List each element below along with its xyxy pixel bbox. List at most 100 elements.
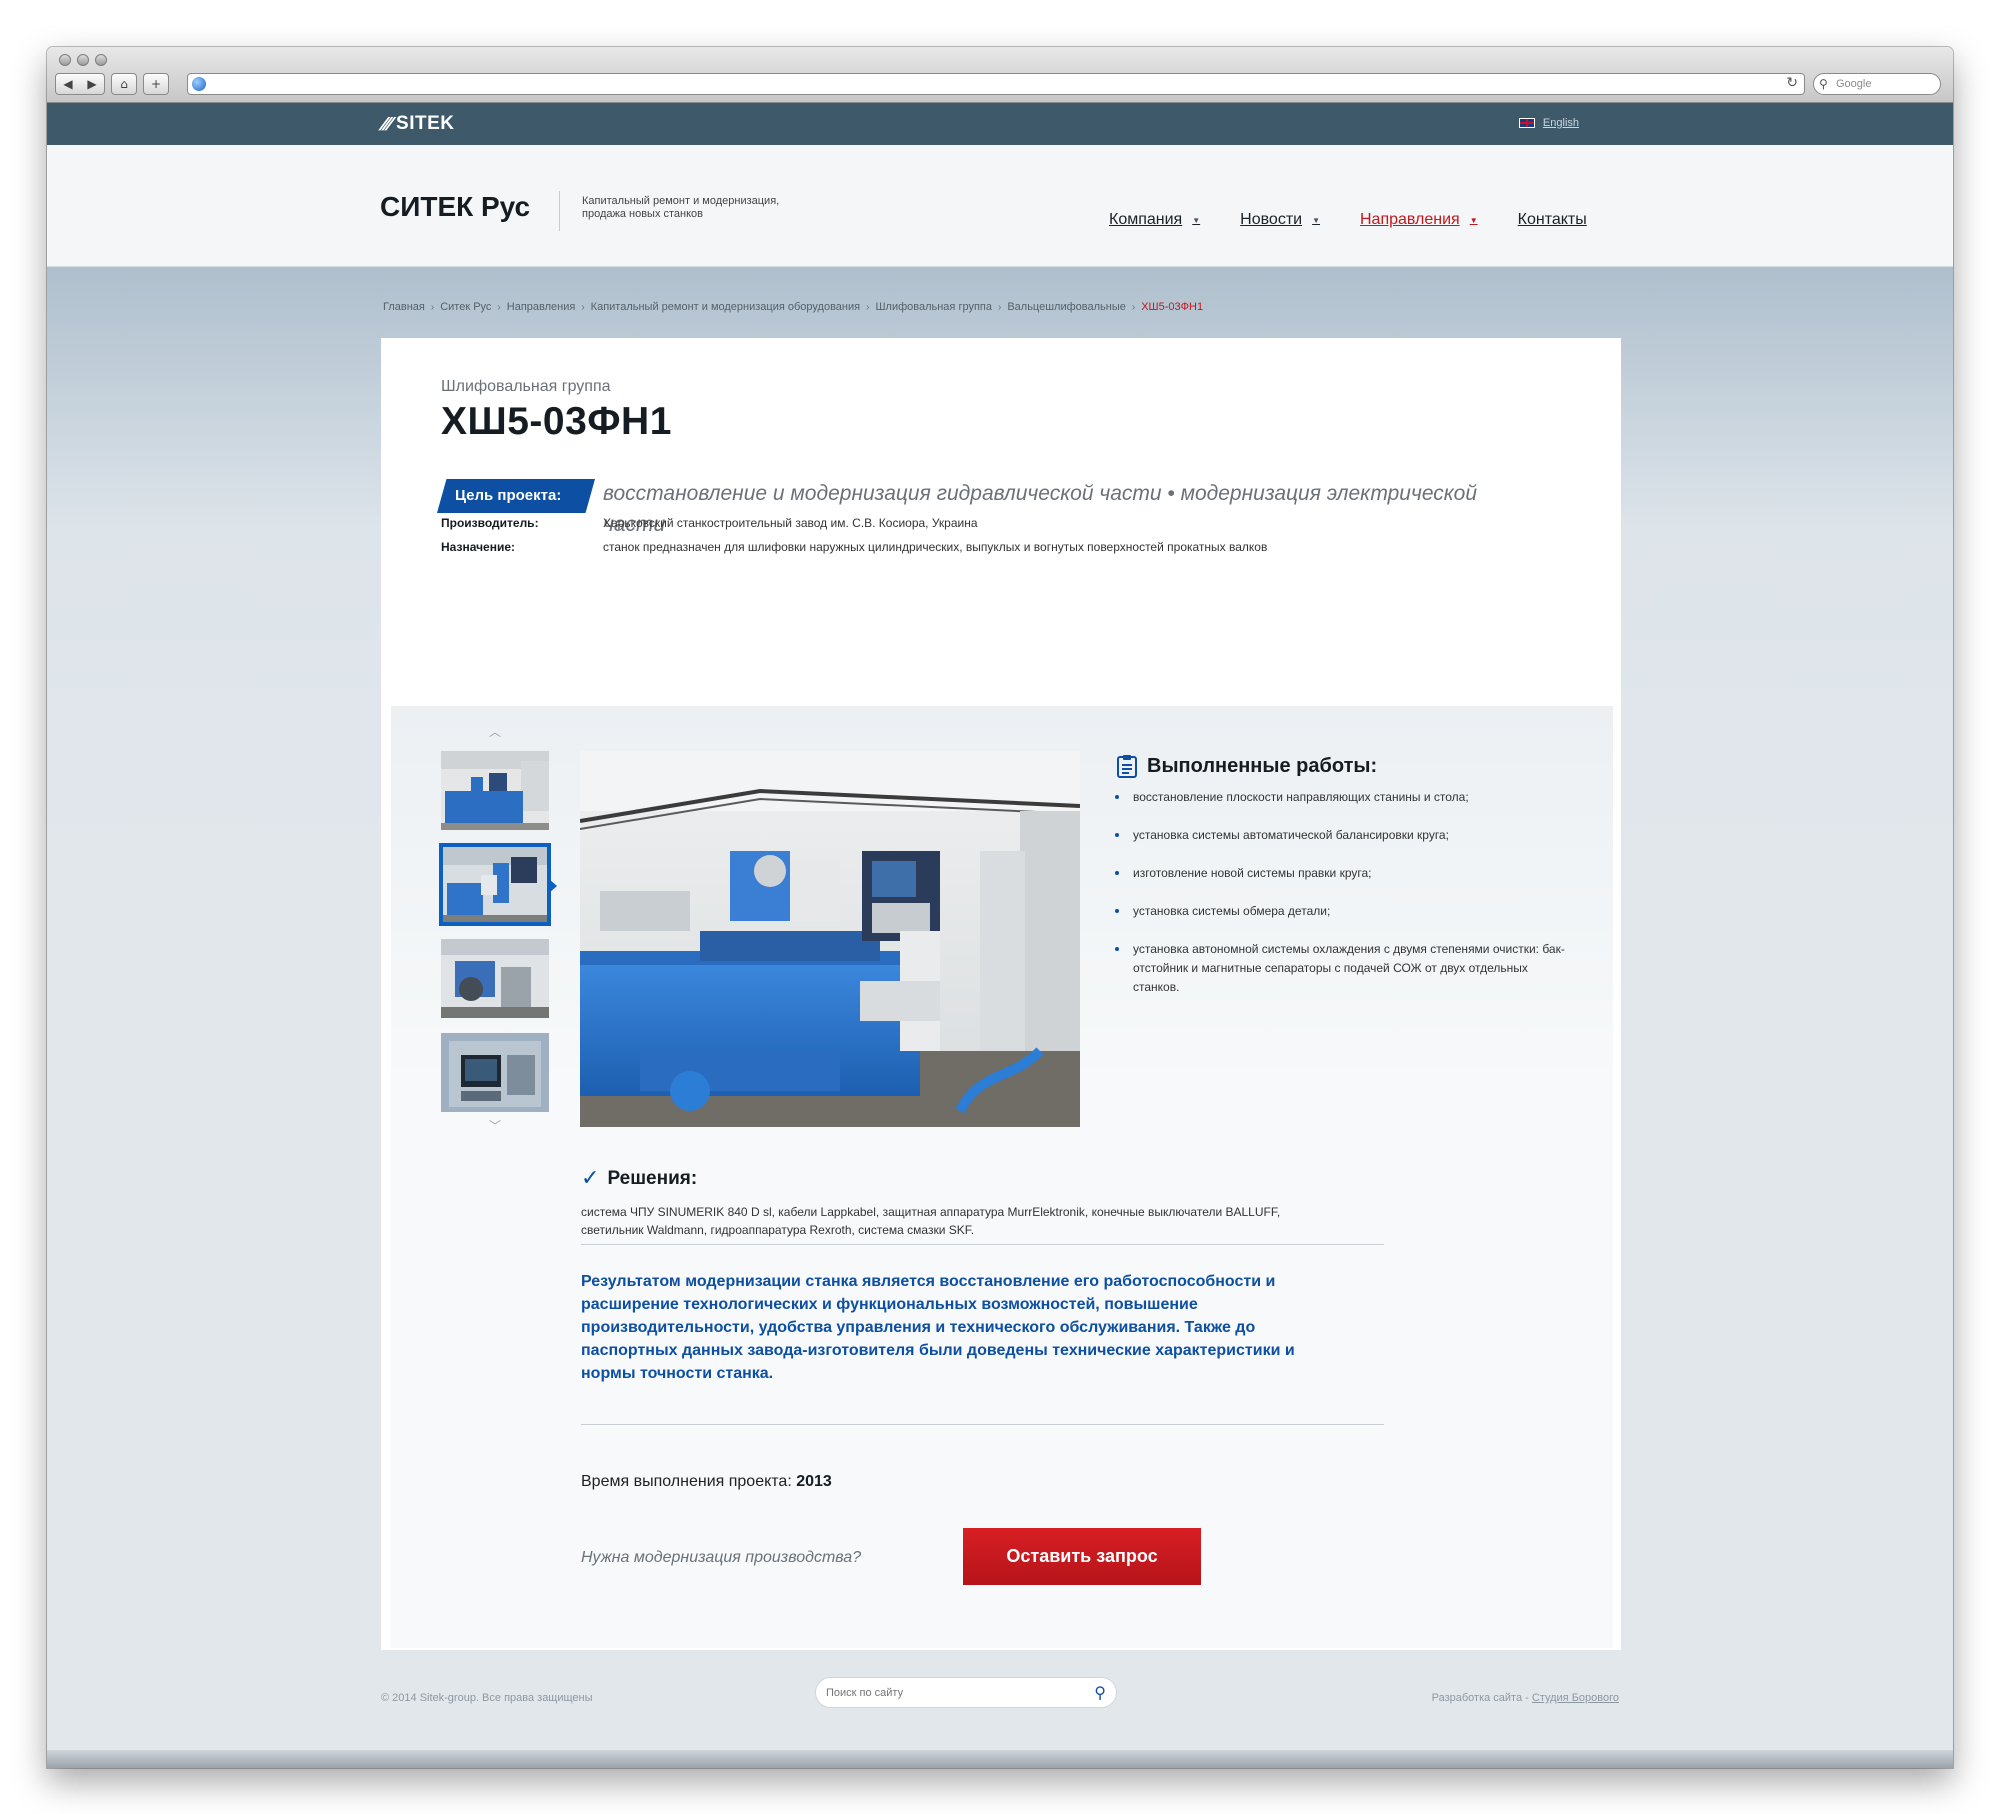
site-topbar: /// SITEK English (47, 103, 1953, 145)
gallery-down-arrow-icon[interactable]: ﹀ (467, 1120, 523, 1132)
grinding-machine-photo (580, 751, 1080, 1127)
breadcrumb: Главная › Ситек Рус › Направления › Капитал… (383, 301, 1203, 313)
breadcrumb-item[interactable]: Капитальный ремонт и модернизация оборуд… (591, 301, 860, 313)
breadcrumb-current: ХШ5-03ФН1 (1141, 301, 1204, 313)
nav-directions[interactable]: Направления ▼ (1360, 211, 1478, 229)
main-nav: Компания ▼ Новости ▼ Направления ▼ Контакты (1109, 211, 1587, 229)
site-search-input[interactable] (826, 1685, 1076, 1701)
manufacturer-label: Производитель: (441, 516, 539, 530)
back-forward-buttons: ◀ ▶ (55, 73, 105, 95)
purpose-value: станок предназначен для шлифовки наружны… (603, 540, 1268, 554)
close-window-icon[interactable] (59, 54, 71, 66)
sitek-logo-icon: /// (377, 113, 394, 134)
project-card: Шлифовальная группа ХШ5-03ФН1 Цель проек… (381, 338, 1621, 1650)
nav-company[interactable]: Компания ▼ (1109, 211, 1200, 229)
project-details-panel: ︿ ﹀ Выполненные работы: восстановление п… (391, 706, 1613, 1648)
clipboard-icon (1117, 755, 1137, 778)
breadcrumb-item[interactable]: Направления (507, 301, 576, 313)
footer-developer-label: Разработка сайта - (1431, 1692, 1532, 1704)
result-text: Результатом модернизации станка является… (581, 1273, 1295, 1382)
back-arrow-icon[interactable]: ◀ (63, 77, 72, 91)
browser-window: ◀ ▶ ⌂ + ↻ ⚲ Google /// SITEK English СИТ… (47, 47, 1953, 1768)
window-bottom-edge (47, 1750, 1953, 1768)
search-icon[interactable]: ⚲ (1094, 1683, 1106, 1702)
chevron-right-icon: › (497, 301, 501, 313)
gallery-thumbnail-active[interactable] (439, 843, 551, 926)
list-item: установка автономной системы охлаждения … (1110, 940, 1570, 997)
chevron-down-icon: ▼ (1312, 215, 1320, 225)
works-heading-text: Выполненные работы: (1147, 754, 1378, 777)
divider (581, 1424, 1384, 1425)
breadcrumb-item[interactable]: Главная (383, 301, 425, 313)
machine-photo-thumbnail (441, 751, 549, 830)
logo-divider (559, 191, 560, 231)
works-heading: Выполненные работы: (1117, 754, 1377, 778)
request-button[interactable]: Оставить запрос (963, 1528, 1201, 1585)
window-controls (59, 54, 107, 66)
site-logo[interactable]: СИТЕК Рус (380, 191, 530, 223)
developer-link[interactable]: Студия Борового (1532, 1692, 1619, 1704)
gallery-thumbnails (439, 751, 557, 1112)
browser-search-placeholder: Google (1836, 78, 1872, 90)
sitek-logo[interactable]: /// SITEK (378, 113, 454, 135)
solutions-heading: ✓ Решения: (581, 1166, 697, 1191)
list-item: установка системы обмера детали; (1110, 902, 1570, 921)
forward-arrow-icon[interactable]: ▶ (87, 77, 96, 91)
english-link[interactable]: English (1543, 117, 1579, 129)
list-item: восстановление плоскости направляющих ст… (1110, 788, 1570, 807)
page-title: ХШ5-03ФН1 (441, 400, 672, 443)
chevron-right-icon: › (997, 301, 1002, 313)
nav-news-label: Новости (1240, 211, 1303, 228)
nav-company-label: Компания (1109, 211, 1183, 228)
list-item: установка системы автоматической баланси… (1110, 826, 1570, 845)
breadcrumb-item[interactable]: Ситек Рус (440, 301, 491, 313)
uk-flag-icon (1518, 118, 1535, 128)
machine-photo-thumbnail (441, 939, 549, 1018)
project-time-label: Время выполнения проекта: (581, 1473, 792, 1490)
address-bar[interactable]: ↻ (187, 73, 1805, 95)
manufacturer-value: Харьковский станкостроительный завод им.… (603, 516, 978, 530)
gallery-thumbnail[interactable] (441, 751, 549, 830)
machine-photo-thumbnail (441, 845, 549, 924)
cta-question: Нужна модернизация производства? (581, 1549, 862, 1566)
purpose-label: Назначение: (441, 540, 516, 554)
gallery-thumbnail-wrap (439, 843, 557, 926)
manufacturer-row: Производитель: Харьковский станкостроите… (441, 516, 978, 530)
home-icon: ⌂ (120, 77, 128, 91)
checkmark-icon: ✓ (581, 1166, 600, 1191)
footer-developer: Разработка сайта - Студия Борового (1432, 1692, 1619, 1704)
site-header: СИТЕК Рус Капитальный ремонт и модерниза… (47, 145, 1953, 267)
chevron-right-icon: › (581, 301, 585, 313)
nav-contacts[interactable]: Контакты (1518, 211, 1587, 229)
chevron-down-icon: ▼ (1192, 215, 1201, 225)
control-panel-thumbnail (441, 1033, 549, 1112)
goal-text: восстановление и модернизация гидравличе… (603, 482, 1478, 536)
nav-news[interactable]: Новости ▼ (1240, 211, 1320, 229)
gallery-thumbnail[interactable] (441, 939, 549, 1018)
reload-icon[interactable]: ↻ (1786, 75, 1798, 91)
gallery-up-arrow-icon[interactable]: ︿ (467, 726, 523, 738)
purpose-row: Назначение: станок предназначен для шлиф… (441, 540, 1267, 554)
chevron-down-icon: ▼ (1469, 215, 1478, 225)
site-search: ⚲ (815, 1677, 1117, 1708)
globe-icon (192, 77, 206, 91)
gallery-thumbnail[interactable] (441, 1033, 549, 1112)
breadcrumb-item[interactable]: Вальцешлифовальные (1007, 301, 1126, 313)
solutions-text: система ЧПУ SINUMERIK 840 D sl, кабели L… (581, 1205, 1281, 1237)
minimize-window-icon[interactable] (77, 54, 89, 66)
browser-toolbar: ◀ ▶ ⌂ + ↻ ⚲ Google (47, 47, 1953, 103)
divider (581, 1244, 1384, 1245)
search-icon: ⚲ (1819, 77, 1828, 91)
zoom-window-icon[interactable] (95, 54, 107, 66)
browser-search-field[interactable]: ⚲ Google (1813, 73, 1941, 95)
footer-copyright: © 2014 Sitek-group. Все права защищены (381, 1692, 593, 1704)
main-photo[interactable] (580, 751, 1080, 1127)
thumbnail-pointer-icon (549, 879, 557, 893)
plus-icon: + (150, 77, 162, 91)
add-bookmark-button[interactable]: + (143, 73, 169, 95)
language-switch[interactable]: English (1518, 117, 1579, 129)
project-time-value: 2013 (796, 1473, 832, 1490)
breadcrumb-item[interactable]: Шлифовальная группа (875, 301, 992, 313)
home-button[interactable]: ⌂ (111, 73, 137, 95)
works-list: восстановление плоскости направляющих ст… (1110, 788, 1570, 1016)
